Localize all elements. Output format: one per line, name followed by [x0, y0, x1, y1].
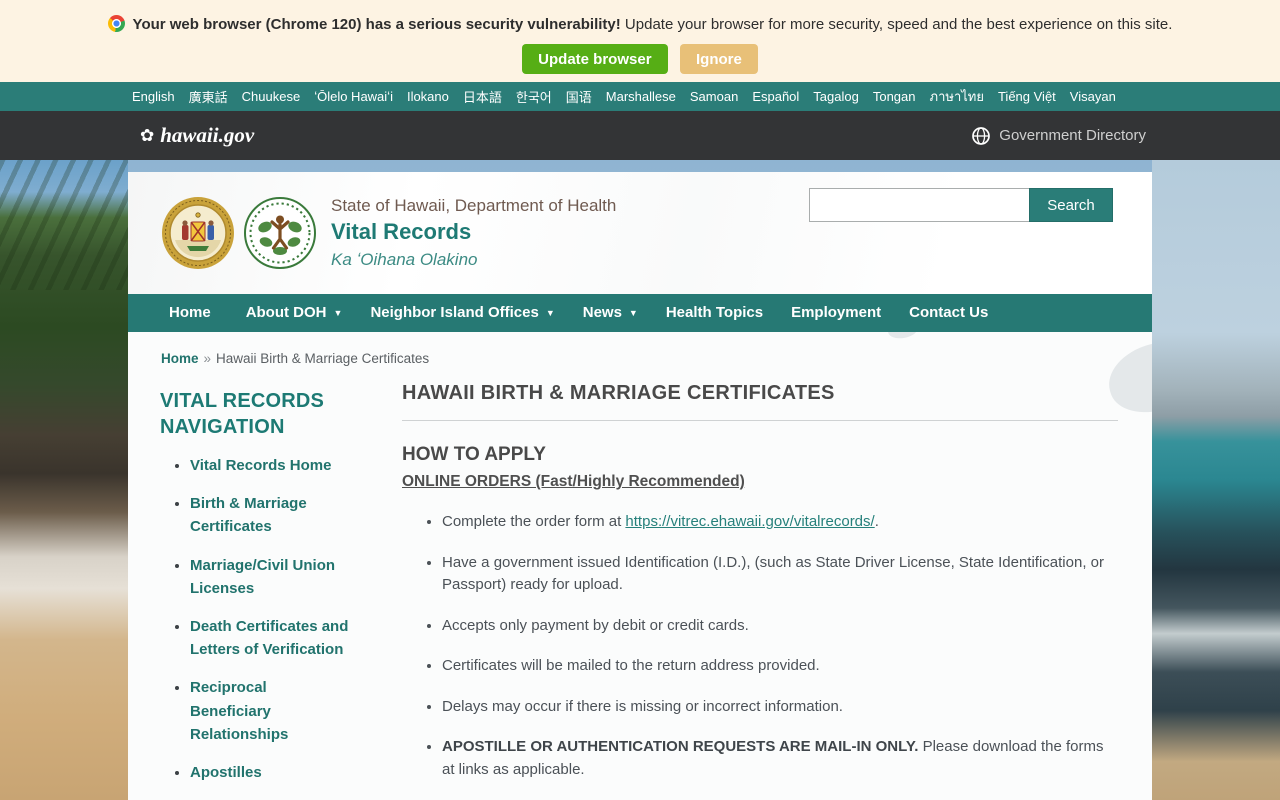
language-link-visayan[interactable]: Visayan	[1070, 89, 1116, 104]
chevron-down-icon: ▼	[333, 307, 343, 318]
sidebar-item-apostilles: Apostilles	[190, 761, 350, 784]
content-card: State of Hawaii, Department of Health Vi…	[128, 172, 1152, 800]
main-content: HAWAII BIRTH & MARRIAGE CERTIFICATES HOW…	[402, 380, 1152, 800]
government-directory-link[interactable]: Government Directory	[971, 126, 1146, 146]
breadcrumb-separator: »	[203, 351, 212, 366]
breadcrumb-home-link[interactable]: Home	[161, 351, 199, 366]
nav-item-news[interactable]: News ▼	[569, 294, 652, 332]
page-root: Your web browser (Chrome 120) has a seri…	[0, 0, 1280, 800]
department-of-health-seal	[243, 196, 317, 270]
state-of-hawaii-seal	[161, 196, 235, 270]
site-title: Vital Records	[331, 219, 472, 244]
language-link-japanese[interactable]: 日本語	[463, 87, 502, 106]
language-link-marshallese[interactable]: Marshallese	[606, 89, 676, 104]
language-link-samoan[interactable]: Samoan	[690, 89, 738, 104]
hawaii-gov-logo[interactable]: ✿ hawaii.gov	[140, 123, 254, 148]
background-palm-beach-left	[0, 160, 128, 800]
language-link-vietnamese[interactable]: Tiếng Việt	[998, 89, 1056, 104]
hibiscus-icon: ✿	[140, 126, 155, 145]
main-navigation: Home About DOH ▼ Neighbor Island Offices ▼…	[128, 294, 1152, 332]
title-divider	[402, 420, 1118, 421]
nav-item-about-doh[interactable]: About DOH ▼	[232, 294, 357, 332]
search-area: Search	[809, 188, 1113, 222]
chrome-icon	[107, 15, 125, 32]
agency-name: State of Hawaii, Department of Health	[331, 196, 617, 215]
language-link-hawaiian[interactable]: ʻŌlelo Hawaiʻi	[314, 89, 393, 104]
sidebar-title: VITAL RECORDS NAVIGATION	[160, 390, 325, 438]
vital-records-sidebar: VITAL RECORDS NAVIGATION Vital Records H…	[128, 380, 402, 800]
nav-item-health-topics[interactable]: Health Topics	[652, 294, 777, 332]
banner-message-bold: Your web browser (Chrome 120) has a seri…	[132, 16, 621, 33]
site-titles: State of Hawaii, Department of Health Vi…	[331, 196, 616, 270]
breadcrumb-current: Hawaii Birth & Marriage Certificates	[216, 351, 430, 366]
sidebar-item-death-certificates: Death Certificates and Letters of Verifi…	[190, 615, 350, 661]
list-item-identification: Have a government issued Identification …	[442, 552, 1118, 597]
list-item-mailing: Certificates will be mailed to the retur…	[442, 655, 1118, 678]
site-subtitle-hawaiian: Ka ʻOihana Olakino	[331, 250, 478, 269]
sidebar-item-vital-records-home: Vital Records Home	[190, 454, 350, 477]
how-to-apply-heading: HOW TO APPLY	[402, 444, 546, 465]
search-input[interactable]	[809, 188, 1029, 222]
hawaii-gov-bar: ✿ hawaii.gov Government Directory	[0, 111, 1280, 160]
globe-icon	[971, 126, 991, 146]
sidebar-item-birth-marriage-certificates: Birth & Marriage Certificates	[190, 492, 350, 538]
content-row: VITAL RECORDS NAVIGATION Vital Records H…	[128, 372, 1152, 800]
online-orders-heading: ONLINE ORDERS (Fast/Highly Recommended)	[402, 473, 745, 490]
list-item-apostille: APOSTILLE OR AUTHENTICATION REQUESTS ARE…	[442, 736, 1118, 781]
language-link-cantonese[interactable]: 廣東話	[189, 87, 228, 106]
language-link-ilokano[interactable]: Ilokano	[407, 89, 449, 104]
sidebar-item-marriage-civil-union-licenses: Marriage/Civil Union Licenses	[190, 554, 350, 600]
language-list: English 廣東話 Chuukese ʻŌlelo Hawaiʻi Ilok…	[128, 82, 1152, 111]
hawaii-gov-logo-text: hawaii.gov	[160, 123, 255, 147]
update-browser-button[interactable]: Update browser	[522, 44, 668, 74]
list-item-order-form: Complete the order form at https://vitre…	[442, 511, 1118, 534]
how-to-apply-list: Complete the order form at https://vitre…	[402, 511, 1118, 781]
agency-seals	[161, 196, 317, 270]
breadcrumb: Home » Hawaii Birth & Marriage Certificate…	[128, 332, 1152, 372]
government-directory-label: Government Directory	[999, 127, 1146, 144]
chevron-down-icon: ▼	[628, 307, 638, 318]
language-link-korean[interactable]: 한국어	[516, 87, 552, 106]
background-ocean-right	[1152, 160, 1280, 800]
sidebar-nav-list: Vital Records Home Birth & Marriage Cert…	[160, 454, 350, 800]
search-button[interactable]: Search	[1029, 188, 1113, 222]
language-link-tongan[interactable]: Tongan	[873, 89, 916, 104]
browser-warning-banner: Your web browser (Chrome 120) has a seri…	[0, 0, 1280, 82]
chevron-down-icon: ▼	[545, 307, 555, 318]
nav-item-neighbor-island-offices[interactable]: Neighbor Island Offices ▼	[356, 294, 568, 332]
banner-message-rest: Update your browser for more security, s…	[620, 16, 1173, 33]
language-bar: English 廣東話 Chuukese ʻŌlelo Hawaiʻi Ilok…	[0, 82, 1280, 111]
nav-item-contact-us[interactable]: Contact Us	[895, 294, 1002, 332]
nav-item-home[interactable]: Home	[155, 294, 232, 332]
language-link-mandarin[interactable]: 国语	[566, 87, 592, 106]
banner-message: Your web browser (Chrome 120) has a seri…	[0, 15, 1280, 35]
vital-records-order-link[interactable]: https://vitrec.ehawaii.gov/vitalrecords/	[625, 513, 874, 530]
banner-buttons: Update browser Ignore	[0, 44, 1280, 74]
page-title: HAWAII BIRTH & MARRIAGE CERTIFICATES	[402, 382, 835, 404]
nav-item-employment[interactable]: Employment	[777, 294, 895, 332]
language-link-thai[interactable]: ภาษาไทย	[930, 86, 984, 107]
ignore-button[interactable]: Ignore	[679, 44, 758, 74]
list-item-payment: Accepts only payment by debit or credit …	[442, 615, 1118, 638]
list-item-delays: Delays may occur if there is missing or …	[442, 696, 1118, 719]
site-header: State of Hawaii, Department of Health Vi…	[128, 172, 1152, 294]
language-link-tagalog[interactable]: Tagalog	[813, 89, 859, 104]
language-link-chuukese[interactable]: Chuukese	[242, 89, 301, 104]
language-link-espanol[interactable]: Español	[752, 89, 799, 104]
sidebar-item-reciprocal-beneficiary: Reciprocal Beneficiary Relationships	[190, 676, 350, 746]
language-link-english[interactable]: English	[132, 89, 175, 104]
